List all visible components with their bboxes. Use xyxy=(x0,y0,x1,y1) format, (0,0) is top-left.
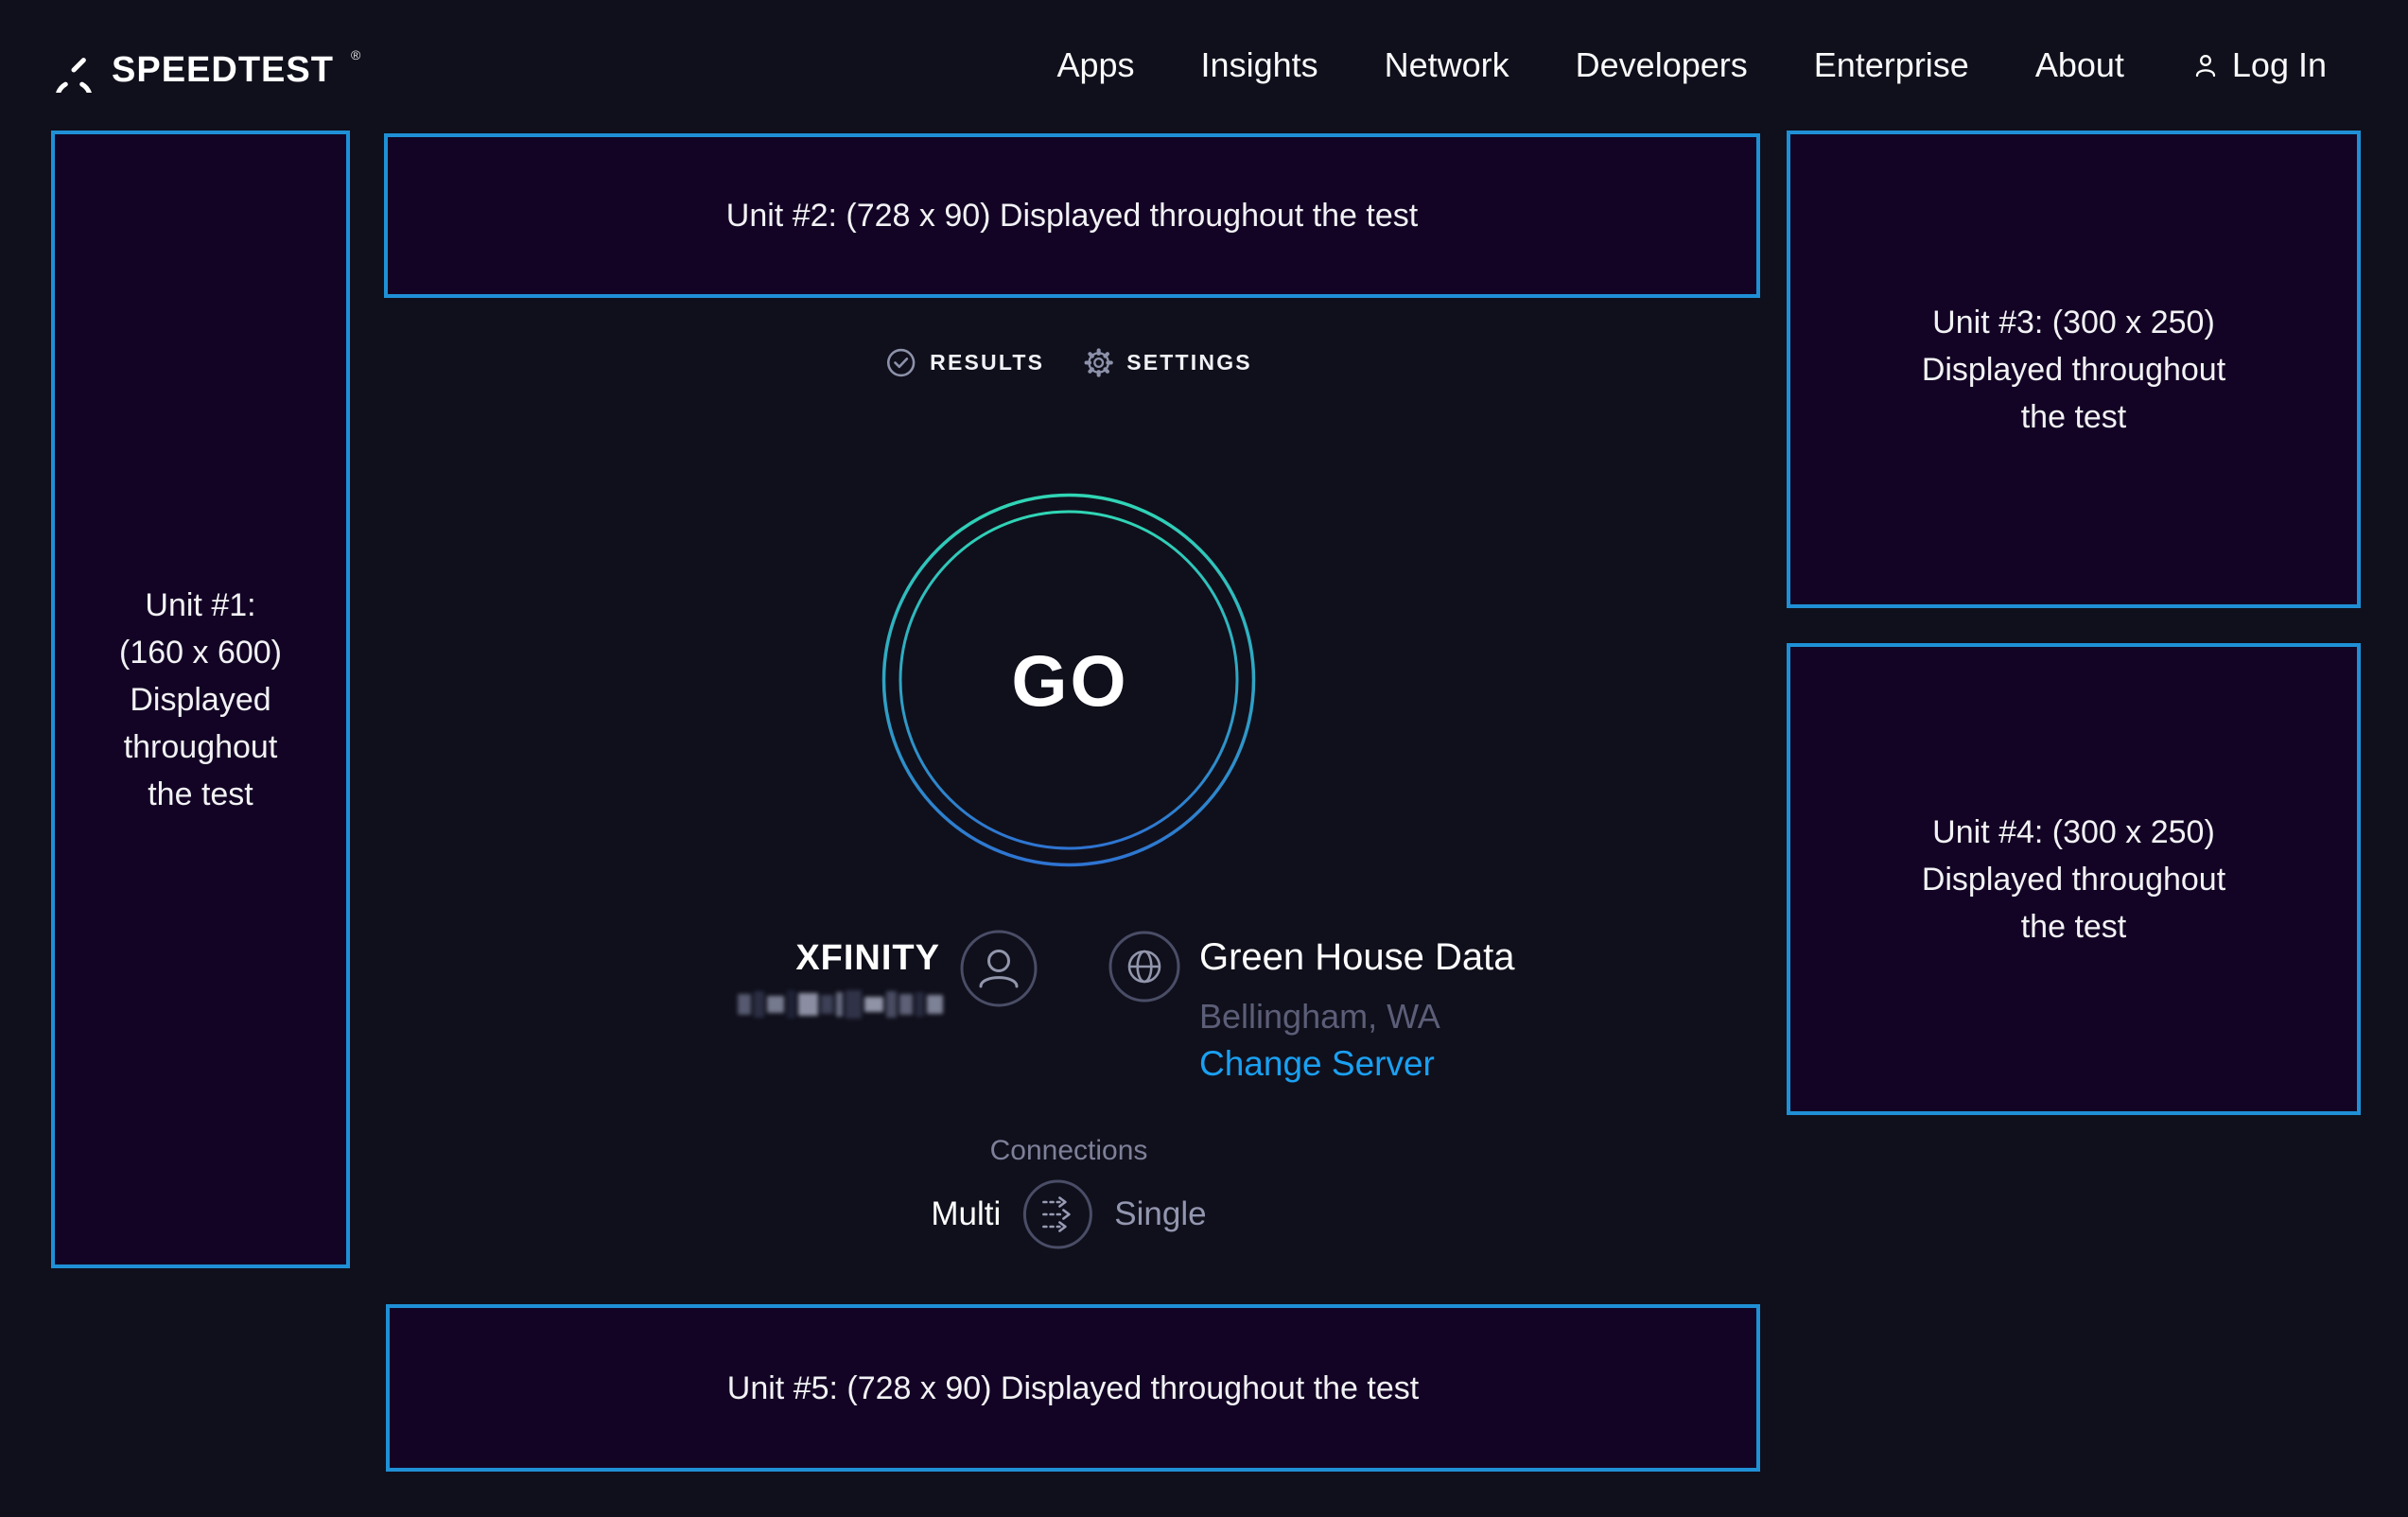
server-name: Green House Data xyxy=(1199,936,1515,979)
tab-results-label: RESULTS xyxy=(930,350,1044,375)
login-label: Log In xyxy=(2232,45,2327,85)
speedtest-logo[interactable]: SPEEDTEST ® xyxy=(51,47,358,93)
isp-name: XFINITY xyxy=(795,938,940,979)
ad-unit-1[interactable]: Unit #1: (160 x 600) Displayed throughou… xyxy=(51,131,350,1268)
ad-unit-1-text: Unit #1: (160 x 600) Displayed throughou… xyxy=(119,582,282,818)
connections-toggle-row: Multi Single xyxy=(931,1178,1206,1250)
globe-circle-icon xyxy=(1108,930,1181,1003)
nav-item-insights[interactable]: Insights xyxy=(1201,45,1318,85)
server-location: Bellingham, WA xyxy=(1199,997,1440,1037)
connections-single-option[interactable]: Single xyxy=(1114,1195,1206,1233)
view-tabs: RESULTS xyxy=(885,347,1252,378)
ad-unit-2[interactable]: Unit #2: (728 x 90) Displayed throughout… xyxy=(384,133,1760,298)
main-nav: Apps Insights Network Developers Enterpr… xyxy=(1056,45,2327,85)
tab-settings[interactable]: SETTINGS xyxy=(1084,348,1252,377)
login-button[interactable]: Log In xyxy=(2190,45,2327,85)
connections-label: Connections xyxy=(990,1135,1148,1167)
go-button[interactable]: GO xyxy=(1008,641,1128,724)
nav-item-apps[interactable]: Apps xyxy=(1056,45,1134,85)
multi-arrows-circle-icon[interactable] xyxy=(1021,1178,1093,1250)
ad-unit-4[interactable]: Unit #4: (300 x 250) Displayed throughou… xyxy=(1787,643,2361,1115)
ad-unit-2-text: Unit #2: (728 x 90) Displayed throughout… xyxy=(726,192,1418,239)
tab-results[interactable]: RESULTS xyxy=(885,347,1044,378)
check-circle-icon xyxy=(885,347,916,378)
tab-settings-label: SETTINGS xyxy=(1126,350,1252,375)
person-circle-icon xyxy=(959,929,1038,1008)
speedtest-page: SPEEDTEST ® Apps Insights Network Develo… xyxy=(0,0,2408,1517)
nav-item-enterprise[interactable]: Enterprise xyxy=(1814,45,1969,85)
logo-text: SPEEDTEST xyxy=(112,50,334,91)
ad-unit-3-text: Unit #3: (300 x 250) Displayed throughou… xyxy=(1922,299,2225,441)
nav-item-about[interactable]: About xyxy=(2035,45,2124,85)
ad-unit-4-text: Unit #4: (300 x 250) Displayed throughou… xyxy=(1922,809,2225,950)
ad-unit-3[interactable]: Unit #3: (300 x 250) Displayed throughou… xyxy=(1787,131,2361,608)
speedometer-gauge-icon xyxy=(51,47,96,93)
nav-item-network[interactable]: Network xyxy=(1385,45,1509,85)
nav-item-developers[interactable]: Developers xyxy=(1576,45,1748,85)
logo-trademark: ® xyxy=(351,47,360,62)
change-server-link[interactable]: Change Server xyxy=(1199,1044,1435,1084)
gear-icon xyxy=(1084,348,1113,377)
isp-ip-redacted-blur xyxy=(738,991,943,1018)
connections-multi-option[interactable]: Multi xyxy=(931,1195,1001,1233)
ad-unit-5[interactable]: Unit #5: (728 x 90) Displayed throughout… xyxy=(386,1304,1760,1472)
person-icon xyxy=(2190,50,2221,80)
ad-unit-5-text: Unit #5: (728 x 90) Displayed throughout… xyxy=(727,1365,1419,1412)
